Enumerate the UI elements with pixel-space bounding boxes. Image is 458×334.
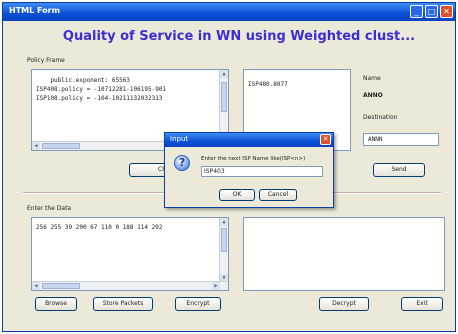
- input-dialog: Input ✕ ? Enter the next ISP Name like(I…: [164, 132, 334, 208]
- window-titlebar: HTML Form _ □ ✕: [3, 3, 455, 21]
- policy-line: ISP108.policy = -104-10211132032313: [36, 95, 163, 102]
- scroll-thumb[interactable]: [42, 143, 80, 149]
- scroll-up-arrow-icon[interactable]: ▲: [220, 218, 228, 226]
- data-horizontal-scrollbar[interactable]: ◀ ▶: [32, 281, 228, 290]
- output-textarea[interactable]: [243, 217, 445, 291]
- maximize-button[interactable]: □: [425, 5, 438, 18]
- dialog-titlebar: Input ✕: [165, 133, 333, 147]
- isp-name-input[interactable]: ISP403: [201, 166, 323, 177]
- scroll-thumb[interactable]: [42, 283, 80, 289]
- scroll-thumb[interactable]: [221, 228, 227, 252]
- question-icon: ?: [174, 155, 190, 171]
- scroll-thumb[interactable]: [221, 82, 227, 112]
- scroll-left-arrow-icon[interactable]: ◀: [32, 282, 40, 290]
- name-label: Name: [363, 75, 381, 82]
- dialog-prompt: Enter the next ISP Name like(ISP<n>): [201, 156, 306, 162]
- data-vertical-scrollbar[interactable]: ▲ ▼: [219, 218, 228, 290]
- scroll-up-arrow-icon[interactable]: ▲: [220, 70, 228, 78]
- exit-button[interactable]: Exit: [401, 297, 443, 311]
- name-value: ANNO: [363, 92, 383, 99]
- minimize-button[interactable]: _: [410, 5, 423, 18]
- send-button[interactable]: Send: [373, 163, 425, 177]
- policy-line: ISP408.policy = -10712281-106195-901: [36, 86, 167, 93]
- dialog-ok-button[interactable]: OK: [219, 189, 255, 201]
- data-text: 256 255 39 200 67 110 0 188 114 202: [36, 224, 163, 231]
- destination-input[interactable]: ANNN: [363, 133, 439, 146]
- data-input-textarea[interactable]: 256 255 39 200 67 110 0 188 114 202 ▲ ▼ …: [31, 217, 229, 291]
- scroll-left-arrow-icon[interactable]: ◀: [32, 142, 40, 150]
- data-frame-label: Enter the Data: [27, 205, 72, 212]
- destination-label: Destination: [363, 114, 398, 121]
- browse-button[interactable]: Browse: [35, 297, 77, 311]
- decrypt-button[interactable]: Decrypt: [319, 297, 369, 311]
- dialog-title: Input: [170, 135, 189, 143]
- window-title: HTML Form: [9, 6, 60, 15]
- app-heading: Quality of Service in WN using Weighted …: [62, 29, 416, 44]
- dialog-close-button[interactable]: ✕: [320, 134, 331, 145]
- close-button[interactable]: ✕: [440, 5, 453, 18]
- dialog-cancel-button[interactable]: Cancel: [259, 189, 297, 201]
- received-text: ISP480.8077: [248, 81, 288, 88]
- scroll-right-arrow-icon[interactable]: ▶: [212, 282, 220, 290]
- encrypt-button[interactable]: Encrypt: [175, 297, 221, 311]
- policy-frame-label: Policy Frame: [27, 57, 65, 64]
- destination-value: ANNN: [368, 136, 383, 143]
- policy-line: public.exponent: 65563: [36, 77, 130, 84]
- store-packets-button[interactable]: Store Packets: [93, 297, 153, 311]
